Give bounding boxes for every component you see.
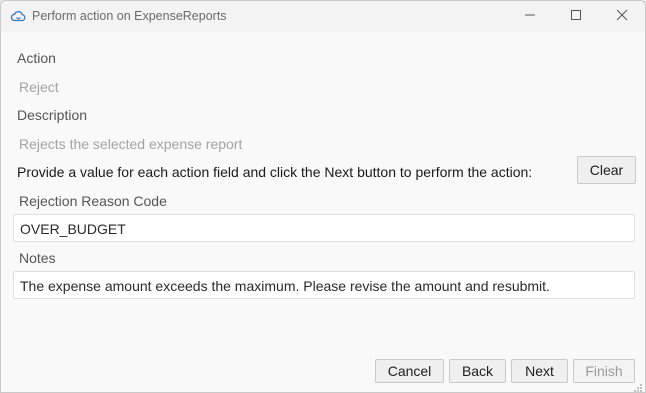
resize-grip-icon[interactable] (633, 380, 643, 392)
description-label: Description (17, 107, 88, 123)
dialog-window: Perform action on ExpenseReports Action … (0, 0, 646, 393)
action-value: Reject (19, 79, 59, 95)
instruction-text: Provide a value for each action field an… (17, 164, 533, 180)
maximize-button[interactable] (553, 1, 599, 32)
rejection-reason-input[interactable]: OVER_BUDGET (13, 214, 635, 242)
maximize-icon (570, 8, 582, 26)
dialog-content: Action Reject Description Rejects the se… (1, 32, 645, 392)
description-value: Rejects the selected expense report (19, 136, 243, 152)
close-icon (616, 8, 628, 26)
minimize-button[interactable] (507, 1, 553, 32)
minimize-icon (524, 8, 536, 26)
notes-label: Notes (19, 250, 56, 266)
rejection-reason-label: Rejection Reason Code (19, 193, 167, 209)
next-button[interactable]: Next (511, 359, 568, 383)
cloud-icon (10, 8, 27, 25)
action-label: Action (17, 50, 56, 66)
finish-button: Finish (573, 359, 635, 383)
back-button[interactable]: Back (449, 359, 506, 383)
title-bar[interactable]: Perform action on ExpenseReports (1, 1, 645, 32)
close-button[interactable] (599, 1, 645, 32)
window-title: Perform action on ExpenseReports (32, 9, 227, 23)
clear-button[interactable]: Clear (577, 156, 636, 184)
notes-input[interactable]: The expense amount exceeds the maximum. … (13, 271, 635, 299)
cancel-button[interactable]: Cancel (375, 359, 444, 383)
